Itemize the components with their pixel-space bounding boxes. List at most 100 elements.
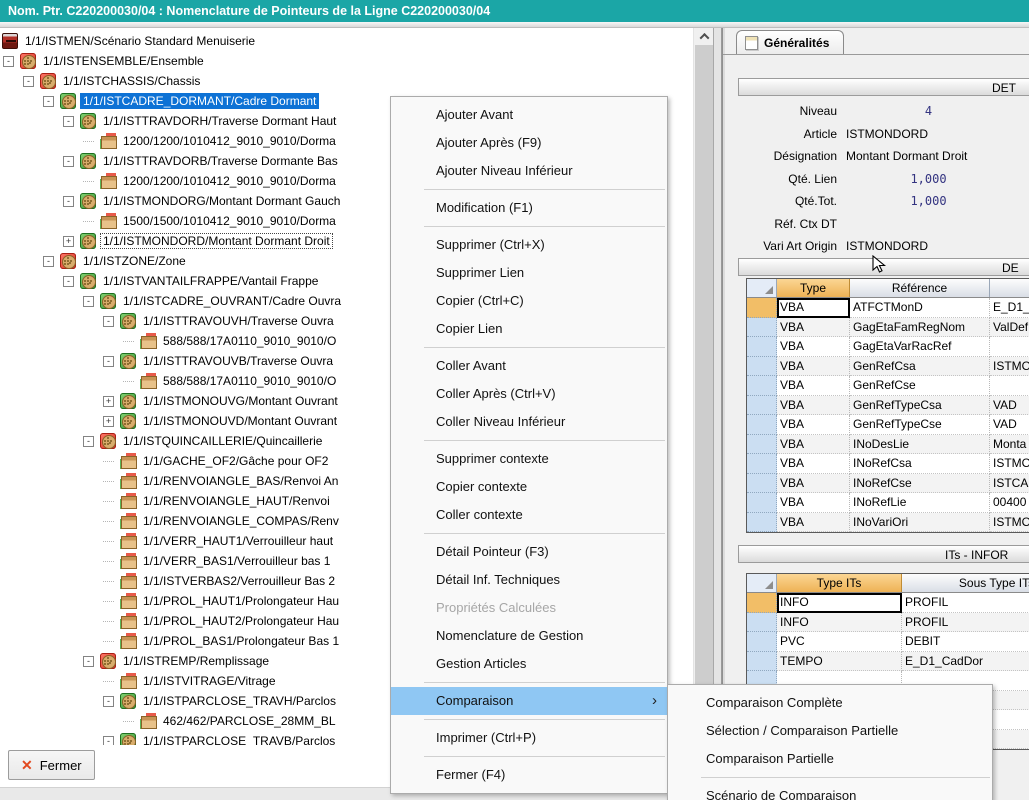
collapse-icon[interactable]: - xyxy=(103,696,114,707)
grid-cell[interactable]: ISTMO xyxy=(990,513,1029,533)
collapse-icon[interactable]: - xyxy=(83,656,94,667)
grid-cell[interactable]: VBA xyxy=(777,454,850,474)
grid-cell[interactable]: VBA xyxy=(777,357,850,377)
menu-item[interactable]: Supprimer Lien xyxy=(391,259,667,287)
grid-cell[interactable]: Monta xyxy=(990,435,1029,455)
grid-cell[interactable]: INoDesLie xyxy=(850,435,990,455)
menu-item[interactable]: Fermer (F4) xyxy=(391,761,667,789)
window-titlebar[interactable]: Nom. Ptr. C220200030/04 : Nomenclature d… xyxy=(0,0,1029,22)
grid-row-header[interactable] xyxy=(747,298,777,318)
collapse-icon[interactable]: - xyxy=(103,736,114,746)
grid-cell[interactable]: VBA xyxy=(777,337,850,357)
grid-cell[interactable]: GenRefTypeCse xyxy=(850,415,990,435)
menu-item[interactable]: Copier Lien xyxy=(391,315,667,343)
tree-item[interactable]: 1/1/ISTMEN/Scénario Standard Menuiserie xyxy=(0,31,693,51)
menu-item[interactable]: Nomenclature de Gestion xyxy=(391,622,667,650)
menu-item[interactable]: Ajouter Avant xyxy=(391,101,667,129)
menu-item[interactable]: Gestion Articles xyxy=(391,650,667,678)
grid-cell[interactable]: VBA xyxy=(777,376,850,396)
grid-row-header[interactable] xyxy=(747,474,777,494)
grid-row-header[interactable] xyxy=(747,357,777,377)
field-value[interactable]: 1,000 xyxy=(846,172,1011,186)
menu-item[interactable]: Coller Après (Ctrl+V) xyxy=(391,380,667,408)
collapse-icon[interactable]: - xyxy=(83,296,94,307)
grid-cell[interactable]: GenRefCsa xyxy=(850,357,990,377)
grid-row-header[interactable] xyxy=(747,454,777,474)
collapse-icon[interactable]: - xyxy=(63,196,74,207)
grid-cell[interactable]: E_D1_ xyxy=(990,298,1029,318)
field-value[interactable]: ISTMONDORD xyxy=(846,127,928,141)
expand-icon[interactable]: + xyxy=(103,416,114,427)
grid-column-header[interactable]: Sous Type ITs xyxy=(902,574,1029,592)
menu-item[interactable]: Propriétés Calculées xyxy=(391,594,667,622)
grid-cell[interactable]: PROFIL xyxy=(902,593,1029,613)
grid-cell[interactable]: VBA xyxy=(777,298,850,318)
grid-cell[interactable]: VBA xyxy=(777,318,850,338)
menu-item[interactable]: Coller Niveau Inférieur xyxy=(391,408,667,436)
grid-cell[interactable]: PVC xyxy=(777,632,902,652)
grid-row-header[interactable] xyxy=(747,318,777,338)
grid-cell[interactable]: VAD xyxy=(990,415,1029,435)
collapse-icon[interactable]: - xyxy=(63,276,74,287)
grid-row-header[interactable] xyxy=(747,376,777,396)
grid-row-header[interactable] xyxy=(747,435,777,455)
collapse-icon[interactable]: - xyxy=(103,316,114,327)
grid-cell[interactable]: INoRefCsa xyxy=(850,454,990,474)
grid-row-header[interactable] xyxy=(747,632,777,652)
menu-item[interactable]: Ajouter Niveau Inférieur xyxy=(391,157,667,185)
grid-cell[interactable]: VBA xyxy=(777,493,850,513)
menu-item[interactable]: Comparaison Complète xyxy=(668,689,992,717)
grid-row-header[interactable] xyxy=(747,513,777,533)
grid-cell[interactable]: VBA xyxy=(777,415,850,435)
grid-cell[interactable]: ISTMO xyxy=(990,357,1029,377)
menu-item[interactable]: Supprimer contexte xyxy=(391,445,667,473)
menu-item[interactable]: Modification (F1) xyxy=(391,194,667,222)
menu-item[interactable]: Copier (Ctrl+C) xyxy=(391,287,667,315)
menu-item[interactable]: Comparaison Partielle xyxy=(668,745,992,773)
menu-item[interactable]: Scénario de Comparaison xyxy=(668,782,992,800)
expand-icon[interactable]: + xyxy=(63,236,74,247)
scroll-up-button[interactable] xyxy=(694,28,714,45)
grid-cell[interactable]: TEMPO xyxy=(777,652,902,672)
grid-cell[interactable]: GenRefCse xyxy=(850,376,990,396)
field-value[interactable]: Montant Dormant Droit xyxy=(846,149,967,163)
grid-column-header[interactable]: Référence xyxy=(850,279,990,297)
grid-cell[interactable]: GagEtaVarRacRef xyxy=(850,337,990,357)
menu-item[interactable]: Détail Pointeur (F3) xyxy=(391,538,667,566)
grid-cell[interactable]: DEBIT xyxy=(902,632,1029,652)
grid-cell[interactable]: VBA xyxy=(777,435,850,455)
collapse-icon[interactable]: - xyxy=(23,76,34,87)
tree-item[interactable]: -1/1/ISTCHASSIS/Chassis xyxy=(0,71,693,91)
grid-cell[interactable]: GagEtaFamRegNom xyxy=(850,318,990,338)
grid-corner-cell[interactable] xyxy=(747,574,777,592)
grid-cell[interactable]: VBA xyxy=(777,513,850,533)
field-value[interactable]: 4 xyxy=(846,104,1011,118)
menu-item[interactable]: Supprimer (Ctrl+X) xyxy=(391,231,667,259)
menu-item[interactable]: Coller contexte xyxy=(391,501,667,529)
grid-cell[interactable]: VAD xyxy=(990,396,1029,416)
collapse-icon[interactable]: - xyxy=(103,356,114,367)
grid-cell[interactable]: INoVariOri xyxy=(850,513,990,533)
grid-cell[interactable]: PROFIL xyxy=(902,613,1029,633)
menu-item[interactable]: Ajouter Après (F9) xyxy=(391,129,667,157)
grid-cell[interactable] xyxy=(990,337,1029,357)
grid-cell[interactable]: ISTCA xyxy=(990,474,1029,494)
grid-cell[interactable]: INFO xyxy=(777,593,902,613)
menu-item[interactable]: Coller Avant xyxy=(391,352,667,380)
grid-cell[interactable]: INoRefCse xyxy=(850,474,990,494)
collapse-icon[interactable]: - xyxy=(63,116,74,127)
menu-item[interactable]: Détail Inf. Techniques xyxy=(391,566,667,594)
grid-cell[interactable]: ATFCTMonD xyxy=(850,298,990,318)
grid-cell[interactable]: 00400 xyxy=(990,493,1029,513)
close-button[interactable]: ✕ Fermer xyxy=(8,750,95,780)
scrollbar-thumb[interactable] xyxy=(695,45,713,685)
grid-row-header[interactable] xyxy=(747,396,777,416)
grid-column-header[interactable] xyxy=(990,279,1029,297)
collapse-icon[interactable]: - xyxy=(3,56,14,67)
collapse-icon[interactable]: - xyxy=(43,256,54,267)
menu-item[interactable]: Copier contexte xyxy=(391,473,667,501)
tab-generalites[interactable]: Généralités xyxy=(736,30,844,55)
grid-column-header[interactable]: Type xyxy=(777,279,850,297)
grid-cell[interactable]: INoRefLie xyxy=(850,493,990,513)
grid-column-header[interactable]: Type ITs xyxy=(777,574,902,592)
